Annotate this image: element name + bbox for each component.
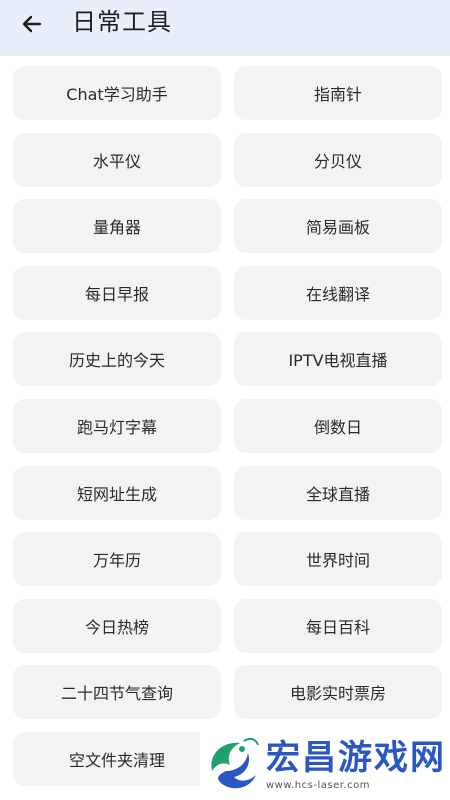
- tool-countdown-days[interactable]: 倒数日: [234, 399, 442, 453]
- tool-level[interactable]: 水平仪: [13, 133, 221, 187]
- tool-daily-encyclopedia[interactable]: 每日百科: [234, 599, 442, 653]
- tool-global-live[interactable]: 全球直播: [234, 466, 442, 520]
- watermark-text: 宏昌游戏网: [266, 737, 446, 778]
- tool-short-url[interactable]: 短网址生成: [13, 466, 221, 520]
- tool-iptv-live[interactable]: IPTV电视直播: [234, 332, 442, 386]
- tool-compass[interactable]: 指南针: [234, 66, 442, 120]
- tool-grid: Chat学习助手 指南针 水平仪 分贝仪 量角器 简易画板 每日早报 在线翻译 …: [0, 0, 450, 800]
- tool-hot-list[interactable]: 今日热榜: [13, 599, 221, 653]
- tool-today-in-history[interactable]: 历史上的今天: [13, 332, 221, 386]
- tool-perpetual-calendar[interactable]: 万年历: [13, 532, 221, 586]
- tool-protractor[interactable]: 量角器: [13, 199, 221, 253]
- tool-drawing-board[interactable]: 简易画板: [234, 199, 442, 253]
- tool-box-office[interactable]: 电影实时票房: [234, 665, 442, 719]
- tool-marquee-subtitle[interactable]: 跑马灯字幕: [13, 399, 221, 453]
- tool-decibel-meter[interactable]: 分贝仪: [234, 133, 442, 187]
- tool-online-translate[interactable]: 在线翻译: [234, 266, 442, 320]
- tool-daily-news[interactable]: 每日早报: [13, 266, 221, 320]
- tool-world-time[interactable]: 世界时间: [234, 532, 442, 586]
- tool-empty-folder-cleanup[interactable]: 空文件夹清理: [13, 732, 221, 786]
- tool-chat-assistant[interactable]: Chat学习助手: [13, 66, 221, 120]
- dragon-logo-icon: [211, 737, 259, 789]
- watermark: 宏昌游戏网 www.hcs-laser.com: [200, 728, 450, 800]
- tool-solar-terms[interactable]: 二十四节气查询: [13, 665, 221, 719]
- watermark-url: www.hcs-laser.com: [266, 779, 370, 791]
